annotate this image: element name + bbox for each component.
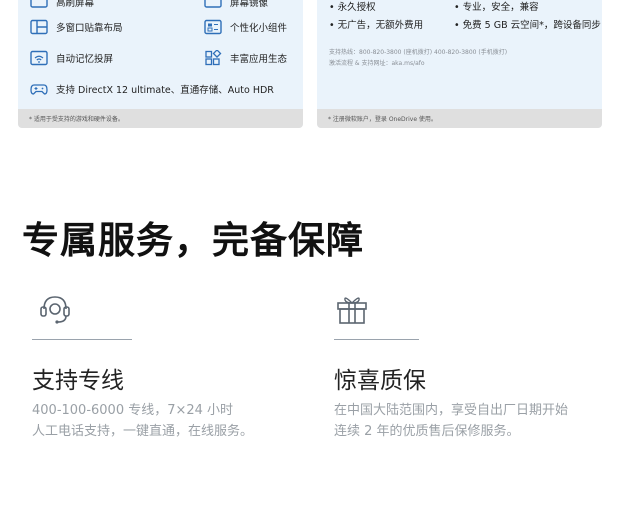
feature-item: 支持 DirectX 12 ultimate、直通存储、Auto HDR bbox=[30, 81, 274, 97]
feature-item: 屏幕镜像 bbox=[204, 0, 268, 10]
activation-link[interactable]: 激活流程 & 支持网址：aka.ms/afo bbox=[329, 58, 425, 67]
service-description: 400-100-6000 专线，7×24 小时 人工电话支持，一键直通，在线服务… bbox=[32, 403, 254, 439]
support-hotline: 支持热线：800-820-3800 (座机拨打) 400-820-3800 (手… bbox=[329, 49, 508, 56]
gamepad-icon bbox=[30, 81, 48, 97]
apps-grid-icon bbox=[204, 50, 222, 66]
snap-layout-icon bbox=[30, 19, 48, 35]
feature-item: 丰富应用生态 bbox=[204, 50, 287, 66]
feature-item: 高刷屏幕 bbox=[30, 0, 94, 10]
features-footnote: * 适用于受支持的游戏和硬件设备。 bbox=[18, 109, 303, 128]
office-footnote: * 注册微软账户，登录 OneDrive 使用。 bbox=[317, 109, 602, 128]
benefit-item: • 专业，安全，兼容 bbox=[454, 2, 539, 13]
feature-item: 个性化小组件 bbox=[204, 19, 287, 35]
office-card: • 永久授权 • 专业，安全，兼容 • 无广告，无额外费用 • 免费 5 GB … bbox=[317, 0, 602, 128]
benefit-item: • 免费 5 GB 云空间*，跨设备同步 bbox=[454, 20, 601, 31]
gift-icon bbox=[333, 289, 371, 327]
widgets-icon bbox=[204, 19, 222, 35]
section-title: 专属服务，完备保障 bbox=[22, 219, 364, 262]
divider bbox=[334, 339, 419, 340]
headset-icon bbox=[36, 289, 74, 327]
benefit-item: • 永久授权 bbox=[329, 2, 376, 13]
wifi-display-icon bbox=[30, 50, 48, 66]
screen-icon bbox=[30, 0, 48, 10]
service-title: 惊喜质保 bbox=[334, 368, 426, 394]
features-card: 高刷屏幕 屏幕镜像 多窗口贴靠布局 个性化小组件 自动记忆投屏 丰富应用生态 支… bbox=[18, 0, 303, 128]
service-description: 在中国大陆范围内，享受自出厂日期开始 连续 2 年的优质售后保修服务。 bbox=[334, 403, 569, 439]
benefit-item: • 无广告，无额外费用 bbox=[329, 20, 424, 31]
feature-item: 多窗口贴靠布局 bbox=[30, 19, 123, 35]
feature-item: 自动记忆投屏 bbox=[30, 50, 113, 66]
service-title: 支持专线 bbox=[32, 368, 124, 394]
window-layout-icon bbox=[204, 0, 222, 10]
divider bbox=[32, 339, 132, 340]
